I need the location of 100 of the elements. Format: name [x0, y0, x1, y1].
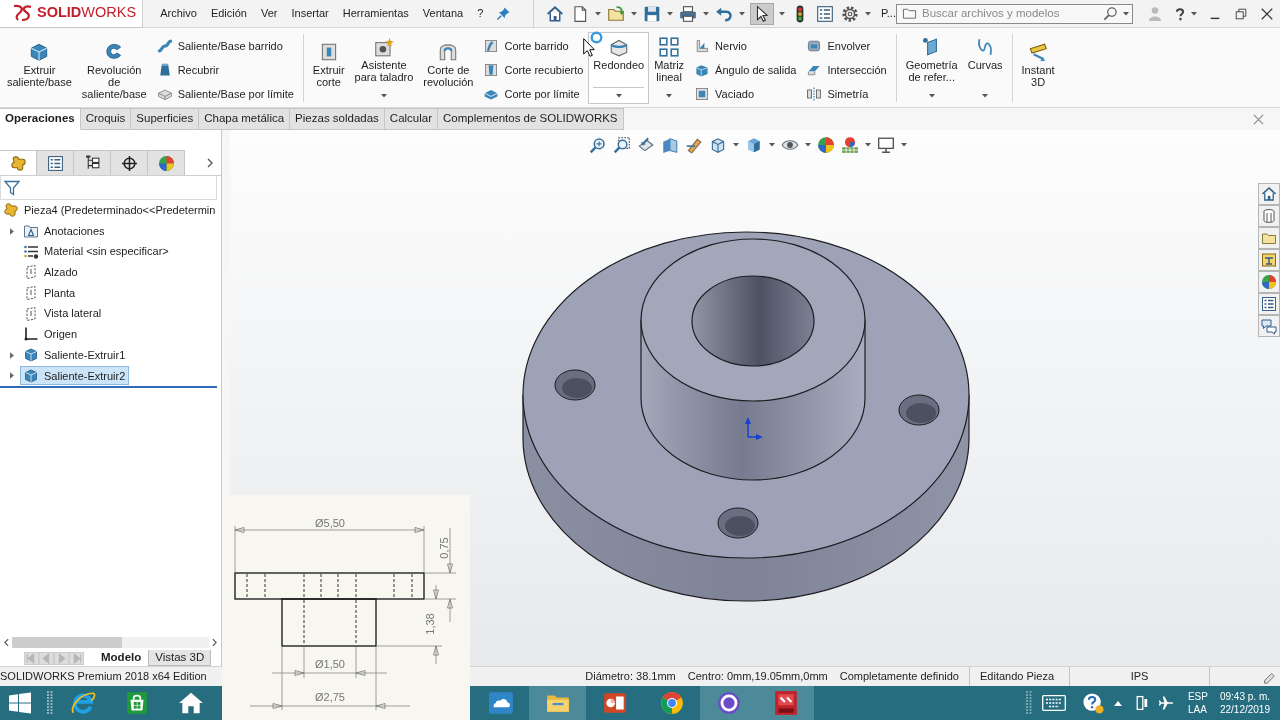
- panel-tab[interactable]: [74, 150, 111, 175]
- taskbar-button[interactable]: [529, 686, 586, 720]
- ribbon-tab[interactable]: Croquis: [80, 108, 132, 130]
- panel-tab[interactable]: [111, 150, 148, 175]
- caret-icon[interactable]: [1190, 11, 1197, 16]
- taskbar-button[interactable]: [700, 686, 757, 720]
- ribbon-tab[interactable]: Piezas soldadas: [290, 108, 385, 130]
- taskbar-button[interactable]: [757, 686, 814, 720]
- caret-icon[interactable]: [666, 11, 673, 16]
- scrollbar-thumb[interactable]: [12, 637, 122, 648]
- ribbon-tab[interactable]: Superficies: [131, 108, 200, 130]
- ribbon-command[interactable]: Corte recubierto: [481, 61, 586, 79]
- menu-item[interactable]: ?: [470, 5, 491, 22]
- search-icon[interactable]: [1102, 6, 1118, 21]
- print-button[interactable]: [677, 3, 698, 24]
- menu-item[interactable]: Ver: [253, 5, 285, 22]
- ribbon-tab[interactable]: Chapa metálica: [199, 108, 291, 130]
- ribbon-tab[interactable]: Calcular: [384, 108, 439, 130]
- search-input[interactable]: Buscar archivos y modelos: [921, 6, 1098, 21]
- tree-item[interactable]: Saliente-Extruir1: [20, 345, 130, 365]
- cylinder-icon[interactable]: [1258, 205, 1280, 227]
- expand-icon[interactable]: [10, 372, 14, 380]
- ribbon-command[interactable]: Vaciado: [692, 85, 799, 103]
- keyboard-icon[interactable]: [1041, 695, 1066, 711]
- caret-icon[interactable]: [702, 11, 709, 16]
- menu-item[interactable]: Ventana: [415, 5, 471, 22]
- plane-arrow-icon[interactable]: [637, 136, 655, 154]
- open-button[interactable]: [605, 3, 626, 24]
- ribbon-tab[interactable]: Complementos de SOLIDWORKS: [438, 108, 624, 130]
- ribbon-command[interactable]: Intersección: [804, 61, 889, 79]
- ribbon-command[interactable]: Extruir saliente/base: [2, 32, 77, 104]
- caret-icon[interactable]: [1122, 11, 1129, 16]
- ribbon-command[interactable]: Revolución de saliente/base: [76, 32, 152, 104]
- scrollbar-track[interactable]: [12, 637, 209, 648]
- ribbon-command[interactable]: Redondeo: [588, 32, 650, 104]
- tree-item[interactable]: Origen: [20, 324, 82, 344]
- folder-icon[interactable]: [1258, 227, 1280, 249]
- ribbon-command[interactable]: Corte de revolución: [418, 32, 479, 104]
- select-button[interactable]: [749, 2, 774, 25]
- chevron-up-icon[interactable]: [1113, 700, 1122, 706]
- ribbon-command[interactable]: Asistente para taladro: [349, 32, 419, 104]
- chat-bubbles-icon[interactable]: [1258, 315, 1280, 337]
- color-sphere-icon[interactable]: [817, 136, 835, 154]
- ribbon-command[interactable]: Matriz lineal: [649, 32, 690, 104]
- shaded-cube-icon[interactable]: [745, 136, 763, 154]
- ribbon-command[interactable]: Recubrir: [154, 61, 296, 79]
- panel-bottom-tab[interactable]: Vistas 3D: [148, 650, 212, 666]
- tree-item[interactable]: Vista lateral: [20, 304, 106, 324]
- help-icon[interactable]: [1081, 692, 1104, 714]
- caret-icon[interactable]: [738, 11, 745, 16]
- ribbon-command[interactable]: Simetría: [804, 85, 889, 103]
- airplane-icon[interactable]: [1157, 695, 1174, 711]
- ribbon-command[interactable]: Saliente/Base por límite: [154, 85, 296, 103]
- caret-icon[interactable]: [864, 11, 871, 16]
- ribbon-command[interactable]: Geometría de refer...: [900, 32, 963, 104]
- caret-icon[interactable]: [901, 143, 907, 147]
- board-icon[interactable]: [1258, 249, 1280, 271]
- ribbon-command[interactable]: Instant 3D: [1016, 32, 1060, 104]
- ribbon-command[interactable]: Saliente/Base barrido: [154, 37, 296, 55]
- grip-icon[interactable]: [1025, 691, 1032, 715]
- menu-item[interactable]: Herramientas: [335, 5, 416, 22]
- caret-icon[interactable]: [733, 143, 739, 147]
- language-indicator[interactable]: LAA: [1187, 703, 1208, 716]
- ribbon-command[interactable]: Extruir corte: [307, 32, 350, 104]
- caret-icon[interactable]: [594, 11, 601, 16]
- language-indicator[interactable]: ESP: [1187, 690, 1208, 703]
- zoom-in-icon[interactable]: [589, 136, 607, 154]
- chevron-right-icon[interactable]: [212, 638, 217, 647]
- menu-item[interactable]: Insertar: [284, 5, 336, 22]
- pencil-line-icon[interactable]: [685, 136, 703, 154]
- filter-field[interactable]: [0, 176, 217, 200]
- ribbon-command[interactable]: Envolver: [804, 37, 889, 55]
- caret-icon[interactable]: [778, 11, 785, 16]
- grip-icon[interactable]: [47, 691, 53, 715]
- expand-icon[interactable]: [10, 351, 14, 359]
- search-field[interactable]: Buscar archivos y modelos: [895, 3, 1133, 24]
- ribbon-command[interactable]: Ángulo de salida: [692, 61, 799, 79]
- rollback-bar[interactable]: [0, 386, 217, 389]
- monitor-icon[interactable]: [877, 136, 895, 154]
- tree-item[interactable]: Pieza4 (Predeterminado<<Predetermin: [0, 200, 220, 220]
- zoom-area-icon[interactable]: [613, 136, 631, 154]
- tree-item[interactable]: Anotaciones: [20, 221, 109, 241]
- close-icon[interactable]: [1260, 6, 1275, 21]
- sphere-floor-icon[interactable]: [841, 136, 859, 154]
- home-button[interactable]: [544, 3, 565, 24]
- menu-item[interactable]: Edición: [203, 5, 254, 22]
- caret-icon[interactable]: [805, 143, 811, 147]
- tree-item[interactable]: Saliente-Extruir2: [20, 366, 130, 386]
- caret-icon[interactable]: [630, 11, 637, 16]
- tree-item[interactable]: Alzado: [20, 262, 82, 282]
- chevron-right-icon[interactable]: [207, 157, 213, 168]
- properties-button[interactable]: [814, 3, 835, 24]
- tree-item[interactable]: Planta: [20, 283, 80, 303]
- view-cube-icon[interactable]: [709, 136, 727, 154]
- home-icon[interactable]: [1258, 183, 1280, 205]
- caret-icon[interactable]: [769, 143, 775, 147]
- restore-icon[interactable]: [1234, 6, 1249, 21]
- panel-tab[interactable]: [37, 150, 74, 175]
- pin-icon[interactable]: [496, 6, 512, 21]
- chevron-left-icon[interactable]: [4, 638, 9, 647]
